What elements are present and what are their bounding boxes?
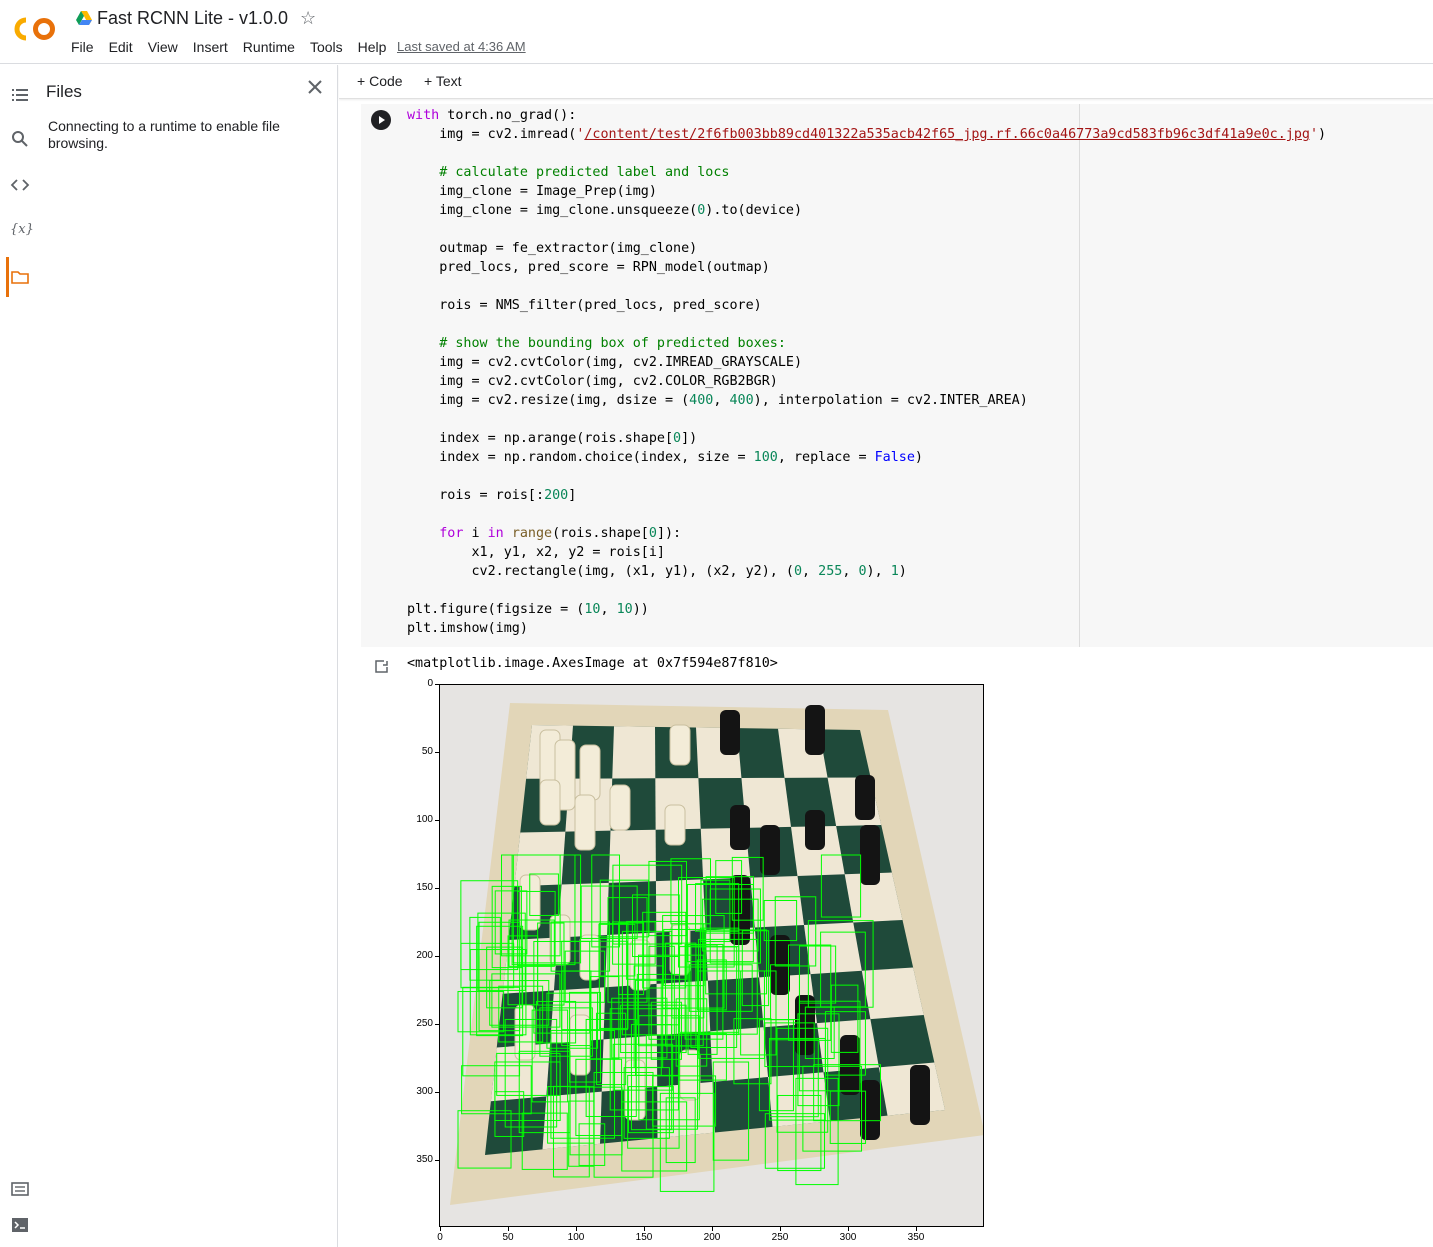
x-tick-mark xyxy=(848,1227,849,1231)
x-tick-label: 0 xyxy=(437,1232,443,1243)
white-piece xyxy=(539,779,561,826)
chessboard-image xyxy=(439,684,984,1227)
header: Fast RCNN Lite - v1.0.0 ☆ File Edit View… xyxy=(0,0,1433,64)
close-icon[interactable] xyxy=(306,78,324,96)
y-tick-mark xyxy=(435,820,439,821)
white-piece xyxy=(664,804,686,846)
menu-view[interactable]: View xyxy=(148,39,178,55)
y-tick-mark xyxy=(435,1160,439,1161)
light-square xyxy=(861,967,924,1020)
x-tick-label: 150 xyxy=(635,1232,653,1243)
add-code-label: Code xyxy=(369,73,403,89)
active-indicator xyxy=(6,257,9,297)
black-piece xyxy=(860,825,880,885)
x-tick-label: 50 xyxy=(502,1232,514,1243)
menu-runtime[interactable]: Runtime xyxy=(243,39,295,55)
y-tick-label: 50 xyxy=(421,746,433,757)
notebook-title[interactable]: Fast RCNN Lite - v1.0.0 xyxy=(97,8,288,29)
left-rail: {x} xyxy=(0,65,40,1247)
black-piece xyxy=(730,875,750,945)
drive-icon xyxy=(76,11,92,25)
run-cell-button[interactable] xyxy=(371,110,391,130)
x-tick-mark xyxy=(576,1227,577,1231)
code-editor[interactable]: with torch.no_grad(): img = cv2.imread('… xyxy=(407,106,1326,638)
plus-icon: + xyxy=(357,73,366,89)
x-tick-label: 350 xyxy=(907,1232,925,1243)
x-tick-mark xyxy=(644,1227,645,1231)
y-tick-mark xyxy=(435,1092,439,1093)
white-piece xyxy=(574,794,596,851)
black-piece xyxy=(730,805,750,850)
terminal-icon[interactable] xyxy=(10,1215,30,1235)
black-piece xyxy=(910,1065,930,1125)
y-tick-label: 250 xyxy=(416,1018,433,1029)
x-tick-mark xyxy=(440,1227,441,1231)
colab-logo[interactable] xyxy=(14,15,58,43)
plot-canvas xyxy=(440,685,983,1226)
light-square xyxy=(612,726,656,779)
x-tick-mark xyxy=(916,1227,917,1231)
menu-bar: File Edit View Insert Runtime Tools Help xyxy=(71,39,401,55)
x-tick-label: 100 xyxy=(567,1232,585,1243)
menu-file[interactable]: File xyxy=(71,39,94,55)
add-text-label: Text xyxy=(435,73,462,89)
x-tick-mark xyxy=(508,1227,509,1231)
y-tick-mark xyxy=(435,752,439,753)
menu-edit[interactable]: Edit xyxy=(109,39,133,55)
command-palette-icon[interactable] xyxy=(10,1179,30,1199)
white-piece xyxy=(579,744,601,801)
files-panel-title: Files xyxy=(46,82,82,101)
x-tick-label: 200 xyxy=(703,1232,721,1243)
image-output-plot: 0 50 100 150 200 250 300 350 0 50 100 15… xyxy=(400,676,1000,1247)
add-text-button[interactable]: + Text xyxy=(424,73,462,89)
x-tick-label: 300 xyxy=(839,1232,857,1243)
black-piece xyxy=(720,710,740,755)
search-icon[interactable] xyxy=(10,129,30,149)
output-text: <matplotlib.image.AxesImage at 0x7f594e8… xyxy=(407,656,778,671)
folder-icon[interactable] xyxy=(10,267,30,287)
notebook-toolbar: + Code + Text xyxy=(339,65,1433,99)
menu-tools[interactable]: Tools xyxy=(310,39,343,55)
black-piece xyxy=(805,705,825,755)
black-piece xyxy=(855,775,875,820)
x-tick-label: 250 xyxy=(771,1232,789,1243)
y-tick-mark xyxy=(435,888,439,889)
black-piece xyxy=(860,1080,880,1140)
x-tick-mark xyxy=(780,1227,781,1231)
last-saved-link[interactable]: Last saved at 4:36 AM xyxy=(397,39,526,54)
add-code-button[interactable]: + Code xyxy=(357,73,403,89)
y-tick-mark xyxy=(435,956,439,957)
y-tick-label: 0 xyxy=(427,678,433,689)
plus-icon: + xyxy=(424,73,433,89)
y-tick-label: 300 xyxy=(416,1086,433,1097)
y-tick-mark xyxy=(435,1024,439,1025)
files-status-message: Connecting to a runtime to enable file b… xyxy=(48,118,280,151)
white-piece xyxy=(669,724,691,766)
white-piece xyxy=(679,1049,701,1101)
table-of-contents-icon[interactable] xyxy=(10,85,30,105)
y-tick-label: 350 xyxy=(416,1154,433,1165)
y-tick-mark xyxy=(435,684,439,685)
white-piece xyxy=(609,784,631,831)
menu-insert[interactable]: Insert xyxy=(193,39,228,55)
variables-icon[interactable]: {x} xyxy=(10,220,34,240)
output-icon[interactable] xyxy=(374,658,390,674)
star-icon[interactable]: ☆ xyxy=(300,8,316,29)
x-tick-mark xyxy=(712,1227,713,1231)
white-piece xyxy=(569,1014,591,1076)
code-snippets-icon[interactable] xyxy=(10,175,30,195)
y-tick-label: 100 xyxy=(416,814,433,825)
y-tick-label: 200 xyxy=(416,950,433,961)
menu-help[interactable]: Help xyxy=(358,39,387,55)
y-tick-label: 150 xyxy=(416,882,433,893)
black-piece xyxy=(805,810,825,850)
files-panel: Files Connecting to a runtime to enable … xyxy=(40,65,338,1247)
